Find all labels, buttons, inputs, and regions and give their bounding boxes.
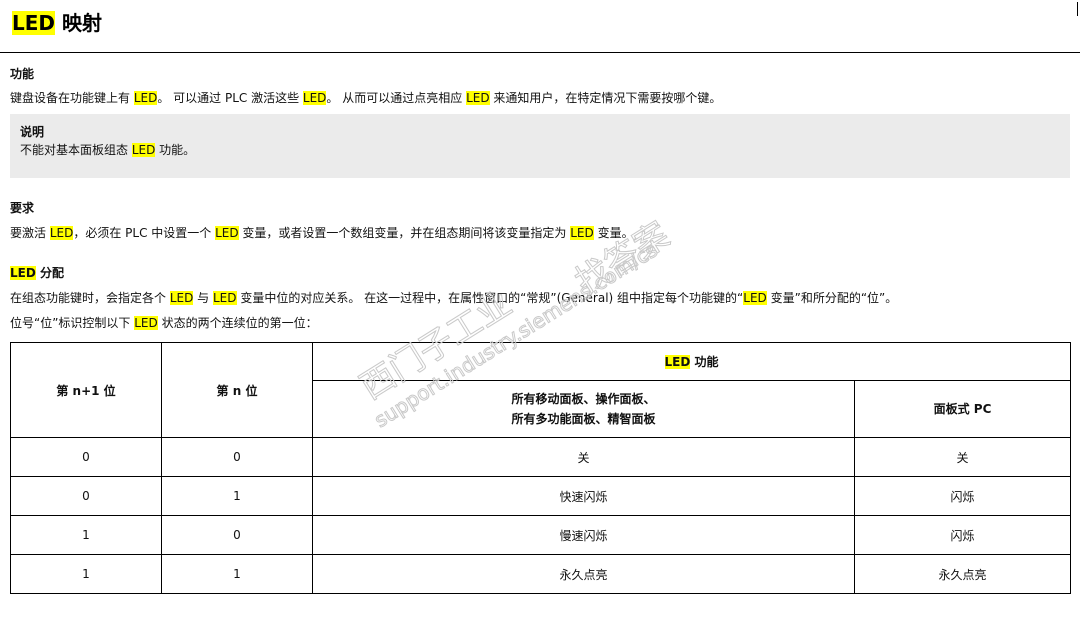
cell-mobile: 慢速闪烁 xyxy=(312,515,855,555)
cell-bit-n: 0 xyxy=(161,437,313,477)
title-divider xyxy=(0,52,1080,53)
text-run: 变量。 xyxy=(593,226,634,240)
cell-bit-n1: 0 xyxy=(10,437,162,477)
title-rest: 映射 xyxy=(55,11,102,35)
header-panel-pc: 面板式 PC xyxy=(854,380,1071,438)
cell-pc: 关 xyxy=(854,437,1071,477)
assignment-paragraph-2: 位号“位”标识控制以下 LED 状态的两个连续位的第一位： xyxy=(10,315,318,331)
text-run: 要激活 xyxy=(10,226,50,240)
cell-bit-n1: 1 xyxy=(10,515,162,555)
led-highlight: LED xyxy=(169,291,194,305)
led-mapping-table: 第 n+1 位 第 n 位 LED 功能 所有移动面板、操作面板、 所有多功能面板… xyxy=(10,342,1071,594)
led-highlight: LED xyxy=(212,291,237,305)
table-row: 1 1 永久点亮 永久点亮 xyxy=(10,554,1071,594)
cell-bit-n1: 1 xyxy=(10,554,162,594)
text-run: 键盘设备在功能键上有 xyxy=(10,91,134,105)
header-mobile-panels: 所有移动面板、操作面板、 所有多功能面板、精智面板 xyxy=(312,380,855,438)
led-highlight: LED xyxy=(134,316,158,330)
text-run: ，必须在 PLC 中设置一个 xyxy=(73,226,216,240)
text-run: 与 xyxy=(193,291,213,305)
header-mobile-line1: 所有移动面板、操作面板、 xyxy=(511,392,656,406)
function-heading: 功能 xyxy=(10,67,35,81)
led-highlight: LED xyxy=(131,143,156,157)
led-highlight: LED xyxy=(10,266,36,280)
led-highlight: LED xyxy=(302,91,327,105)
header-bit-n1: 第 n+1 位 xyxy=(10,342,162,438)
header-bit-n: 第 n 位 xyxy=(161,342,313,438)
text-run: 。 可以通过 PLC 激活这些 xyxy=(157,91,303,105)
requirement-heading: 要求 xyxy=(10,201,35,215)
corner-marker xyxy=(1077,2,1078,16)
cell-pc: 永久点亮 xyxy=(854,554,1071,594)
table-row: 0 1 快速闪烁 闪烁 xyxy=(10,476,1071,516)
cell-mobile: 快速闪烁 xyxy=(312,476,855,516)
led-highlight: LED xyxy=(215,226,239,240)
cell-pc: 闪烁 xyxy=(854,515,1071,555)
text-run: 变量中位的对应关系。 在这一过程中，在属性窗口的“常规”(General) 组中… xyxy=(236,291,744,305)
assignment-paragraph-1: 在组态功能键时，会指定各个 LED 与 LED 变量中位的对应关系。 在这一过程… xyxy=(10,290,897,306)
led-highlight: LED xyxy=(133,91,158,105)
table-row: 1 0 慢速闪烁 闪烁 xyxy=(10,515,1071,555)
cell-pc: 闪烁 xyxy=(854,476,1071,516)
text-run: 功能。 xyxy=(155,143,196,157)
cell-bit-n: 1 xyxy=(161,554,313,594)
text-run: 来通知用户，在特定情况下需要按哪个键。 xyxy=(489,91,722,105)
cell-bit-n: 1 xyxy=(161,476,313,516)
cell-bit-n: 0 xyxy=(161,515,313,555)
title-led: LED xyxy=(12,11,56,35)
function-paragraph: 键盘设备在功能键上有 LED。 可以通过 PLC 激活这些 LED。 从而可以通… xyxy=(10,90,721,106)
table-row: 0 0 关 关 xyxy=(10,437,1071,477)
led-highlight: LED xyxy=(664,355,691,369)
text-run: 分配 xyxy=(35,266,64,280)
requirement-paragraph: 要激活 LED，必须在 PLC 中设置一个 LED 变量，或者设置一个数组变量，… xyxy=(10,225,634,241)
text-run: 变量，或者设置一个数组变量，并在组态期间将该变量指定为 xyxy=(238,226,571,240)
text-run: 不能对基本面板组态 xyxy=(20,143,132,157)
led-highlight: LED xyxy=(570,226,594,240)
led-highlight: LED xyxy=(49,226,74,240)
page-title: LED 映射 xyxy=(12,8,102,38)
header-mobile-line2: 所有多功能面板、精智面板 xyxy=(511,412,656,426)
header-led-function: LED 功能 xyxy=(312,342,1071,381)
cell-bit-n1: 0 xyxy=(10,476,162,516)
text-run: 功能 xyxy=(690,355,719,369)
text-run: 状态的两个连续位的第一位： xyxy=(157,316,318,330)
led-highlight: LED xyxy=(466,91,490,105)
cell-mobile: 关 xyxy=(312,437,855,477)
note-text: 不能对基本面板组态 LED 功能。 xyxy=(20,142,1060,158)
led-highlight: LED xyxy=(743,291,767,305)
note-box: 说明 不能对基本面板组态 LED 功能。 xyxy=(10,114,1070,178)
text-run: 位号“位”标识控制以下 xyxy=(10,316,135,330)
text-run: 。 从而可以通过点亮相应 xyxy=(326,91,467,105)
led-assignment-heading: LED 分配 xyxy=(10,265,64,281)
note-title: 说明 xyxy=(20,125,45,139)
cell-mobile: 永久点亮 xyxy=(312,554,855,594)
text-run: 在组态功能键时，会指定各个 xyxy=(10,291,170,305)
text-run: 变量”和所分配的“位”。 xyxy=(766,291,898,305)
